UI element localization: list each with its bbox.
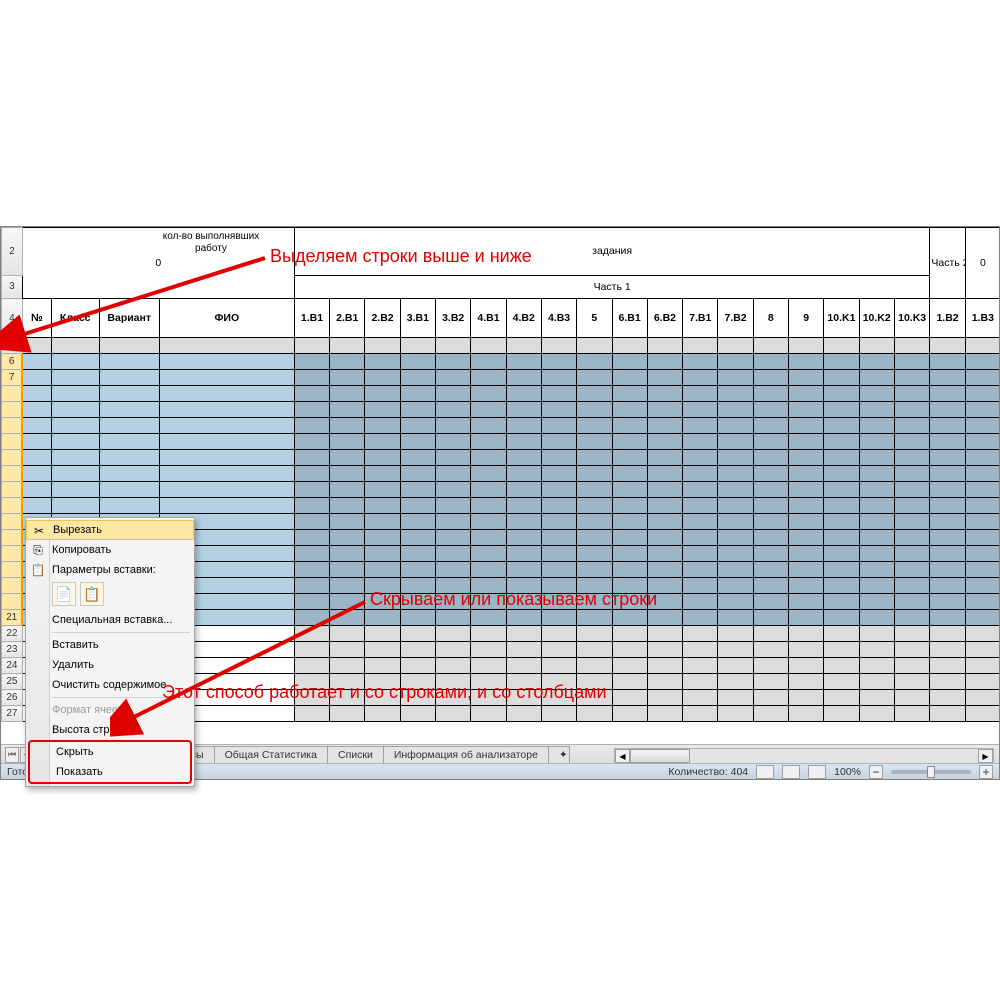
paste-option-2-button[interactable]: 📋 — [80, 582, 104, 606]
status-count: Количество: 404 — [668, 766, 748, 778]
zoom-level: 100% — [834, 766, 861, 778]
scroll-left-button[interactable]: ◀ — [615, 749, 630, 763]
tab-first-button[interactable]: ⏮ — [5, 747, 19, 763]
arrow-1 — [0, 240, 300, 360]
scroll-right-button[interactable]: ▶ — [978, 749, 993, 763]
zoom-slider[interactable] — [891, 770, 971, 774]
view-layout-button[interactable] — [782, 765, 800, 779]
menu-show[interactable]: Показать — [30, 762, 190, 782]
cut-icon: ✂ — [31, 523, 47, 539]
scroll-thumb[interactable] — [630, 749, 690, 763]
view-break-button[interactable] — [808, 765, 826, 779]
zoom-in-button[interactable]: + — [979, 765, 993, 779]
cell[interactable]: Часть 1 — [294, 275, 930, 299]
new-sheet-button[interactable]: ✦ — [548, 746, 570, 763]
row-header[interactable]: 27 — [2, 706, 23, 722]
row-header[interactable]: 26 — [2, 690, 23, 706]
annotation-2: Скрываем или показываем строки — [370, 589, 657, 610]
sheet-tab-lists[interactable]: Списки — [327, 746, 384, 763]
annotation-3: Этот способ работает и со строками, и со… — [162, 682, 607, 703]
zoom-out-button[interactable]: − — [869, 765, 883, 779]
cell[interactable]: 0 — [965, 228, 999, 299]
annotation-1: Выделяем строки выше и ниже — [270, 246, 532, 267]
paste-icon: 📋 — [30, 562, 46, 578]
row-header[interactable]: 25 — [2, 674, 23, 690]
copy-icon: ⎘ — [30, 542, 46, 558]
menu-copy[interactable]: ⎘Копировать — [26, 540, 194, 560]
menu-paste-params[interactable]: 📋Параметры вставки: — [26, 560, 194, 580]
cell[interactable]: Часть 2 — [930, 228, 965, 299]
row-header[interactable]: 24 — [2, 658, 23, 674]
arrow-2 — [110, 580, 380, 740]
row-header[interactable]: 23 — [2, 642, 23, 658]
row-header[interactable]: 7 — [2, 370, 23, 386]
view-normal-button[interactable] — [756, 765, 774, 779]
row-header[interactable]: 21 — [2, 610, 23, 626]
row-header[interactable]: 22 — [2, 626, 23, 642]
sheet-tab-stats[interactable]: Общая Статистика — [214, 746, 328, 763]
sheet-tab-info[interactable]: Информация об анализаторе — [383, 746, 549, 763]
paste-option-1-button[interactable]: 📄 — [52, 582, 76, 606]
menu-cut[interactable]: ✂Вырезать — [26, 520, 194, 540]
horizontal-scrollbar[interactable]: ◀ ▶ — [614, 748, 994, 764]
menu-hide[interactable]: Скрыть — [30, 742, 190, 762]
